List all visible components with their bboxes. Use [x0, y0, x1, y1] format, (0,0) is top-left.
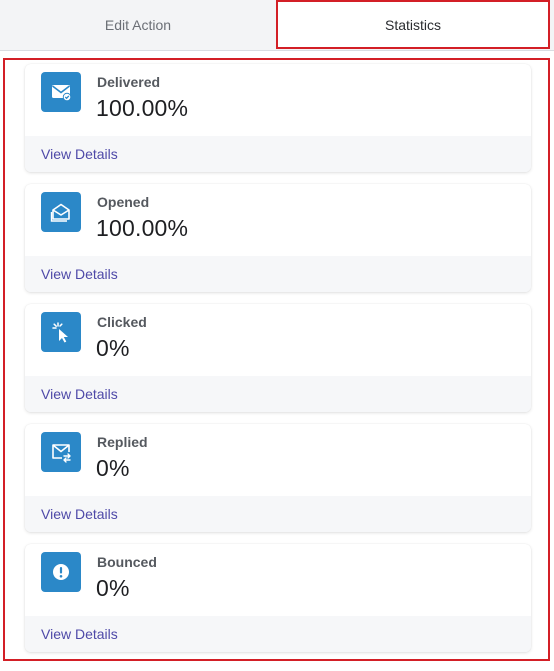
- stat-value: 0%: [96, 455, 130, 481]
- view-details-link[interactable]: View Details: [41, 386, 118, 402]
- stat-card-footer: View Details: [25, 616, 531, 652]
- stat-card-bounced: Bounced 0% View Details: [25, 544, 531, 652]
- stat-label: Delivered: [97, 74, 161, 90]
- cursor-click-icon: [41, 312, 81, 352]
- stat-card-delivered: Delivered 100.00% View Details: [25, 64, 531, 172]
- alert-circle-icon: [41, 552, 81, 592]
- stat-value: 0%: [96, 335, 130, 361]
- stat-value: 100.00%: [96, 95, 189, 121]
- stat-label: Clicked: [97, 314, 147, 330]
- tab-bar: Edit Action Statistics: [0, 0, 554, 51]
- mail-check-icon: [41, 72, 81, 112]
- tab-edit-action[interactable]: Edit Action: [0, 0, 276, 49]
- stat-value: 0%: [96, 575, 130, 601]
- stat-label: Bounced: [97, 554, 157, 570]
- statistics-panel: Delivered 100.00% View Details Opened 10…: [3, 58, 550, 661]
- stat-card-body: Bounced 0%: [25, 544, 531, 616]
- stat-card-replied: Replied 0% View Details: [25, 424, 531, 532]
- stat-card-footer: View Details: [25, 496, 531, 532]
- stat-card-body: Delivered 100.00%: [25, 64, 531, 136]
- mail-open-icon: [41, 192, 81, 232]
- stat-card-opened: Opened 100.00% View Details: [25, 184, 531, 292]
- stat-card-body: Replied 0%: [25, 424, 531, 496]
- view-details-link[interactable]: View Details: [41, 626, 118, 642]
- stat-card-footer: View Details: [25, 256, 531, 292]
- view-details-link[interactable]: View Details: [41, 146, 118, 162]
- stat-card-body: Clicked 0%: [25, 304, 531, 376]
- stat-value: 100.00%: [96, 215, 189, 241]
- mail-reply-icon: [41, 432, 81, 472]
- view-details-link[interactable]: View Details: [41, 266, 118, 282]
- stat-card-footer: View Details: [25, 376, 531, 412]
- stat-label: Replied: [97, 434, 148, 450]
- stat-card-footer: View Details: [25, 136, 531, 172]
- view-details-link[interactable]: View Details: [41, 506, 118, 522]
- stat-card-clicked: Clicked 0% View Details: [25, 304, 531, 412]
- stat-label: Opened: [97, 194, 150, 210]
- stat-card-body: Opened 100.00%: [25, 184, 531, 256]
- tab-statistics[interactable]: Statistics: [276, 0, 550, 49]
